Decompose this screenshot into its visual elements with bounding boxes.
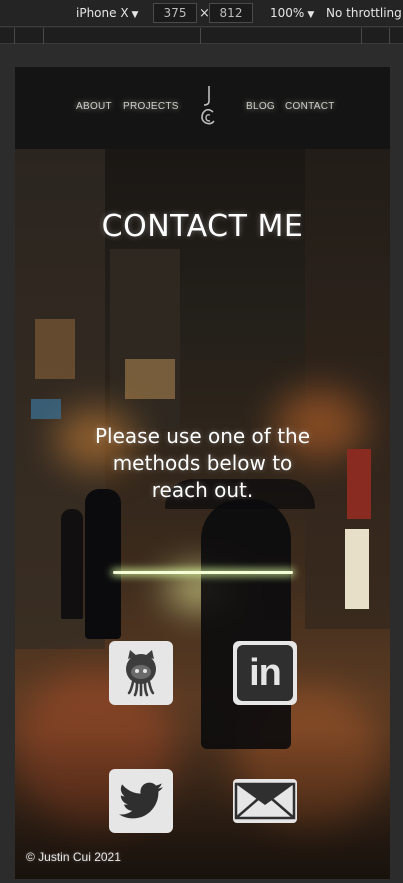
- height-input[interactable]: 812: [209, 3, 253, 23]
- street-sign: [345, 529, 369, 609]
- copyright-text: © Justin Cui 2021: [26, 850, 121, 864]
- email-link[interactable]: [233, 779, 297, 823]
- glowing-divider: [113, 571, 293, 574]
- twitter-icon: [119, 782, 163, 819]
- linkedin-glyph: in: [249, 651, 282, 694]
- mail-icon: [234, 782, 296, 820]
- nav-projects[interactable]: PROJECTS: [123, 101, 179, 112]
- device-label: iPhone X: [76, 6, 129, 20]
- zoom-select[interactable]: 100% ▼: [270, 5, 314, 22]
- pedestrian-silhouette: [85, 489, 121, 639]
- page-subtitle: Please use one of the methods below to r…: [15, 423, 390, 504]
- subtitle-line: methods below to: [112, 451, 293, 475]
- nav-about[interactable]: ABOUT: [76, 101, 112, 112]
- throttling-label: No throttling: [326, 6, 402, 20]
- throttling-select[interactable]: No throttling: [326, 5, 402, 22]
- subtitle-line: reach out.: [151, 478, 254, 502]
- linkedin-icon: in: [237, 645, 293, 701]
- github-icon: [126, 650, 156, 697]
- devtools-toolbar: iPhone X ▼ 375 × 812 100% ▼ No throttling: [0, 0, 403, 27]
- width-input[interactable]: 375: [153, 3, 197, 23]
- page-title: CONTACT ME: [101, 209, 304, 244]
- media-query-ruler: [0, 28, 403, 44]
- nav-blog[interactable]: BLOG: [246, 101, 275, 112]
- device-select[interactable]: iPhone X ▼: [76, 5, 138, 22]
- subtitle-line: Please use one of the: [94, 424, 311, 448]
- device-viewport: ABOUT PROJECTS BLOG CONTACT CONTACT ME P…: [15, 67, 390, 879]
- chevron-down-icon: ▼: [307, 10, 315, 20]
- zoom-label: 100%: [270, 6, 305, 20]
- pedestrian-silhouette: [61, 509, 83, 619]
- twitter-link[interactable]: [109, 769, 173, 833]
- hero-background-image: [15, 149, 390, 879]
- linkedin-link[interactable]: in: [233, 641, 297, 705]
- chevron-down-icon: ▼: [131, 10, 139, 20]
- site-logo[interactable]: [195, 83, 221, 127]
- umbrella-figure-silhouette: [201, 499, 291, 749]
- github-link[interactable]: [109, 641, 173, 705]
- site-header: ABOUT PROJECTS BLOG CONTACT: [15, 67, 390, 149]
- street-sign: [31, 399, 61, 419]
- nav-contact[interactable]: CONTACT: [285, 101, 335, 112]
